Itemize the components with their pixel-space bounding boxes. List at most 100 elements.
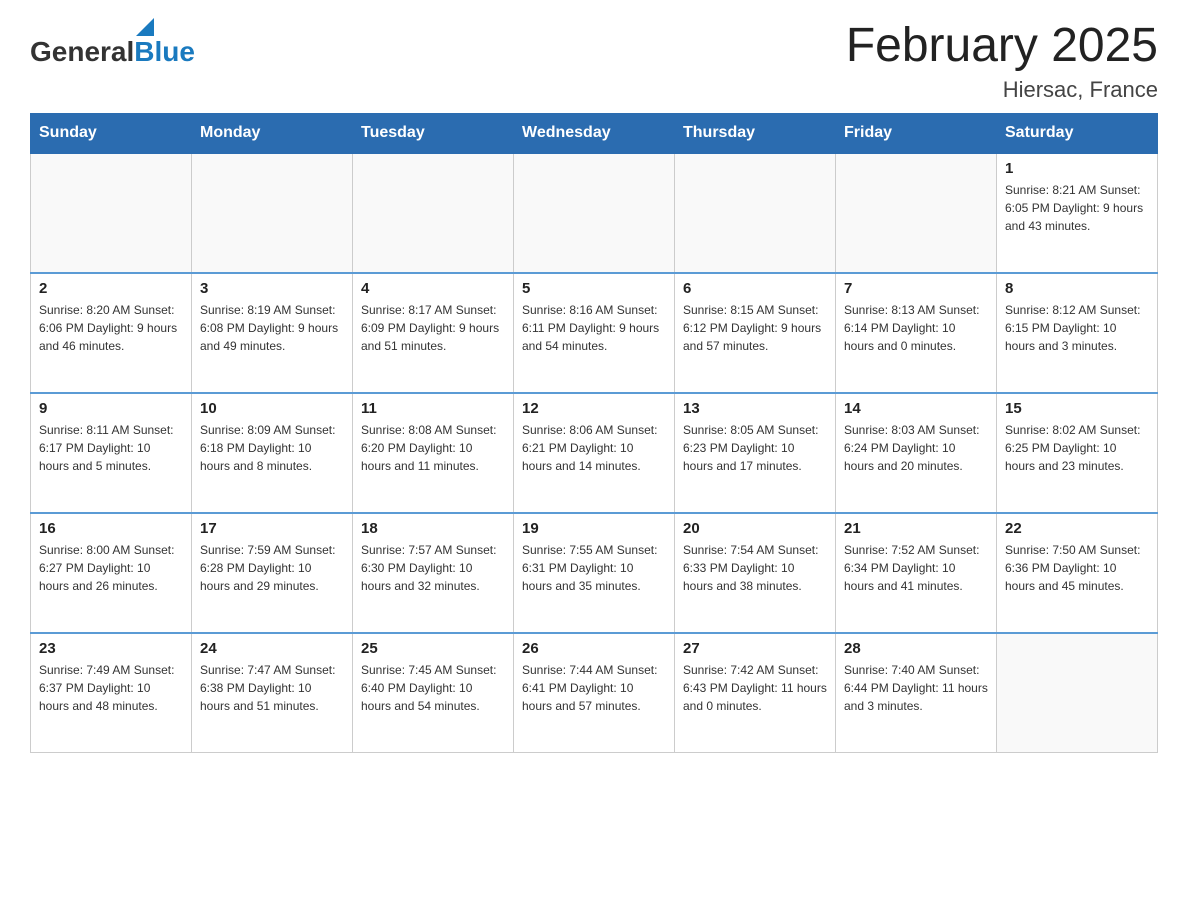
day-info: Sunrise: 8:08 AM Sunset: 6:20 PM Dayligh… [361, 421, 505, 475]
location-title: Hiersac, France [846, 77, 1158, 103]
calendar-cell: 22Sunrise: 7:50 AM Sunset: 6:36 PM Dayli… [997, 513, 1158, 633]
calendar-cell [192, 153, 353, 273]
logo-blue-text: Blue [134, 38, 195, 66]
day-info: Sunrise: 7:44 AM Sunset: 6:41 PM Dayligh… [522, 661, 666, 715]
day-number: 24 [200, 640, 344, 657]
day-info: Sunrise: 7:49 AM Sunset: 6:37 PM Dayligh… [39, 661, 183, 715]
day-info: Sunrise: 7:45 AM Sunset: 6:40 PM Dayligh… [361, 661, 505, 715]
calendar-header-saturday: Saturday [997, 113, 1158, 153]
day-number: 21 [844, 520, 988, 537]
day-info: Sunrise: 8:09 AM Sunset: 6:18 PM Dayligh… [200, 421, 344, 475]
logo-general-text: General [30, 38, 134, 66]
day-info: Sunrise: 8:03 AM Sunset: 6:24 PM Dayligh… [844, 421, 988, 475]
calendar-cell [514, 153, 675, 273]
calendar-cell: 23Sunrise: 7:49 AM Sunset: 6:37 PM Dayli… [31, 633, 192, 753]
calendar-cell: 3Sunrise: 8:19 AM Sunset: 6:08 PM Daylig… [192, 273, 353, 393]
day-info: Sunrise: 8:13 AM Sunset: 6:14 PM Dayligh… [844, 301, 988, 355]
day-number: 27 [683, 640, 827, 657]
calendar-cell: 6 Sunrise: 8:15 AM Sunset: 6:12 PM Daylig… [675, 273, 836, 393]
day-info: Sunrise: 8:02 AM Sunset: 6:25 PM Dayligh… [1005, 421, 1149, 475]
calendar-cell: 27Sunrise: 7:42 AM Sunset: 6:43 PM Dayli… [675, 633, 836, 753]
calendar-cell: 24 Sunrise: 7:47 AM Sunset: 6:38 PM Dayli… [192, 633, 353, 753]
day-info: Sunrise: 7:59 AM Sunset: 6:28 PM Dayligh… [200, 541, 344, 595]
calendar-week-3: 16 Sunrise: 8:00 AM Sunset: 6:27 PM Dayli… [31, 513, 1158, 633]
calendar-cell: 13Sunrise: 8:05 AM Sunset: 6:23 PM Dayli… [675, 393, 836, 513]
calendar-cell: 15 Sunrise: 8:02 AM Sunset: 6:25 PM Dayli… [997, 393, 1158, 513]
day-number: 18 [361, 520, 505, 537]
calendar-cell: 16 Sunrise: 8:00 AM Sunset: 6:27 PM Dayli… [31, 513, 192, 633]
calendar-cell [31, 153, 192, 273]
calendar-week-4: 23Sunrise: 7:49 AM Sunset: 6:37 PM Dayli… [31, 633, 1158, 753]
logo-blue-part: Blue [134, 20, 195, 66]
calendar-cell: 25 Sunrise: 7:45 AM Sunset: 6:40 PM Dayli… [353, 633, 514, 753]
day-info: Sunrise: 7:47 AM Sunset: 6:38 PM Dayligh… [200, 661, 344, 715]
day-number: 3 [200, 280, 344, 297]
calendar-cell: 4Sunrise: 8:17 AM Sunset: 6:09 PM Daylig… [353, 273, 514, 393]
day-number: 9 [39, 400, 183, 417]
calendar-cell: 12 Sunrise: 8:06 AM Sunset: 6:21 PM Dayli… [514, 393, 675, 513]
day-number: 14 [844, 400, 988, 417]
calendar-cell: 14 Sunrise: 8:03 AM Sunset: 6:24 PM Dayli… [836, 393, 997, 513]
day-info: Sunrise: 7:55 AM Sunset: 6:31 PM Dayligh… [522, 541, 666, 595]
day-number: 8 [1005, 280, 1149, 297]
calendar-cell: 10 Sunrise: 8:09 AM Sunset: 6:18 PM Dayli… [192, 393, 353, 513]
calendar-cell: 5 Sunrise: 8:16 AM Sunset: 6:11 PM Daylig… [514, 273, 675, 393]
calendar-cell: 19 Sunrise: 7:55 AM Sunset: 6:31 PM Dayli… [514, 513, 675, 633]
day-info: Sunrise: 7:52 AM Sunset: 6:34 PM Dayligh… [844, 541, 988, 595]
day-number: 25 [361, 640, 505, 657]
calendar-cell: 1Sunrise: 8:21 AM Sunset: 6:05 PM Daylig… [997, 153, 1158, 273]
page-header: General Blue February 2025 Hiersac, Fran… [30, 20, 1158, 103]
calendar-cell: 20 Sunrise: 7:54 AM Sunset: 6:33 PM Dayli… [675, 513, 836, 633]
day-number: 19 [522, 520, 666, 537]
calendar-week-2: 9 Sunrise: 8:11 AM Sunset: 6:17 PM Daylig… [31, 393, 1158, 513]
day-number: 20 [683, 520, 827, 537]
calendar-header-monday: Monday [192, 113, 353, 153]
calendar-cell [353, 153, 514, 273]
calendar-cell: 18Sunrise: 7:57 AM Sunset: 6:30 PM Dayli… [353, 513, 514, 633]
logo: General Blue [30, 20, 195, 66]
day-info: Sunrise: 8:00 AM Sunset: 6:27 PM Dayligh… [39, 541, 183, 595]
day-info: Sunrise: 8:06 AM Sunset: 6:21 PM Dayligh… [522, 421, 666, 475]
calendar-table: SundayMondayTuesdayWednesdayThursdayFrid… [30, 113, 1158, 754]
day-info: Sunrise: 8:21 AM Sunset: 6:05 PM Dayligh… [1005, 181, 1149, 235]
calendar-cell [675, 153, 836, 273]
logo-arrow-icon [136, 18, 154, 36]
day-info: Sunrise: 8:16 AM Sunset: 6:11 PM Dayligh… [522, 301, 666, 355]
calendar-cell: 8Sunrise: 8:12 AM Sunset: 6:15 PM Daylig… [997, 273, 1158, 393]
calendar-week-0: 1Sunrise: 8:21 AM Sunset: 6:05 PM Daylig… [31, 153, 1158, 273]
calendar-header-row: SundayMondayTuesdayWednesdayThursdayFrid… [31, 113, 1158, 153]
calendar-cell [836, 153, 997, 273]
day-number: 5 [522, 280, 666, 297]
title-section: February 2025 Hiersac, France [846, 20, 1158, 103]
day-number: 16 [39, 520, 183, 537]
day-number: 26 [522, 640, 666, 657]
day-info: Sunrise: 8:11 AM Sunset: 6:17 PM Dayligh… [39, 421, 183, 475]
day-number: 28 [844, 640, 988, 657]
calendar-cell: 2Sunrise: 8:20 AM Sunset: 6:06 PM Daylig… [31, 273, 192, 393]
day-number: 7 [844, 280, 988, 297]
calendar-header-thursday: Thursday [675, 113, 836, 153]
day-number: 10 [200, 400, 344, 417]
day-number: 4 [361, 280, 505, 297]
day-info: Sunrise: 7:40 AM Sunset: 6:44 PM Dayligh… [844, 661, 988, 715]
day-info: Sunrise: 8:15 AM Sunset: 6:12 PM Dayligh… [683, 301, 827, 355]
day-info: Sunrise: 7:54 AM Sunset: 6:33 PM Dayligh… [683, 541, 827, 595]
calendar-week-1: 2Sunrise: 8:20 AM Sunset: 6:06 PM Daylig… [31, 273, 1158, 393]
calendar-cell: 26 Sunrise: 7:44 AM Sunset: 6:41 PM Dayli… [514, 633, 675, 753]
day-number: 15 [1005, 400, 1149, 417]
day-number: 11 [361, 400, 505, 417]
calendar-header-friday: Friday [836, 113, 997, 153]
day-number: 12 [522, 400, 666, 417]
calendar-cell: 9 Sunrise: 8:11 AM Sunset: 6:17 PM Daylig… [31, 393, 192, 513]
calendar-header-sunday: Sunday [31, 113, 192, 153]
calendar-cell: 7 Sunrise: 8:13 AM Sunset: 6:14 PM Daylig… [836, 273, 997, 393]
calendar-cell: 28 Sunrise: 7:40 AM Sunset: 6:44 PM Dayli… [836, 633, 997, 753]
month-title: February 2025 [846, 20, 1158, 73]
day-info: Sunrise: 8:05 AM Sunset: 6:23 PM Dayligh… [683, 421, 827, 475]
calendar-header-tuesday: Tuesday [353, 113, 514, 153]
calendar-cell: 17 Sunrise: 7:59 AM Sunset: 6:28 PM Dayli… [192, 513, 353, 633]
day-number: 6 [683, 280, 827, 297]
day-number: 22 [1005, 520, 1149, 537]
calendar-cell: 21 Sunrise: 7:52 AM Sunset: 6:34 PM Dayli… [836, 513, 997, 633]
day-number: 17 [200, 520, 344, 537]
